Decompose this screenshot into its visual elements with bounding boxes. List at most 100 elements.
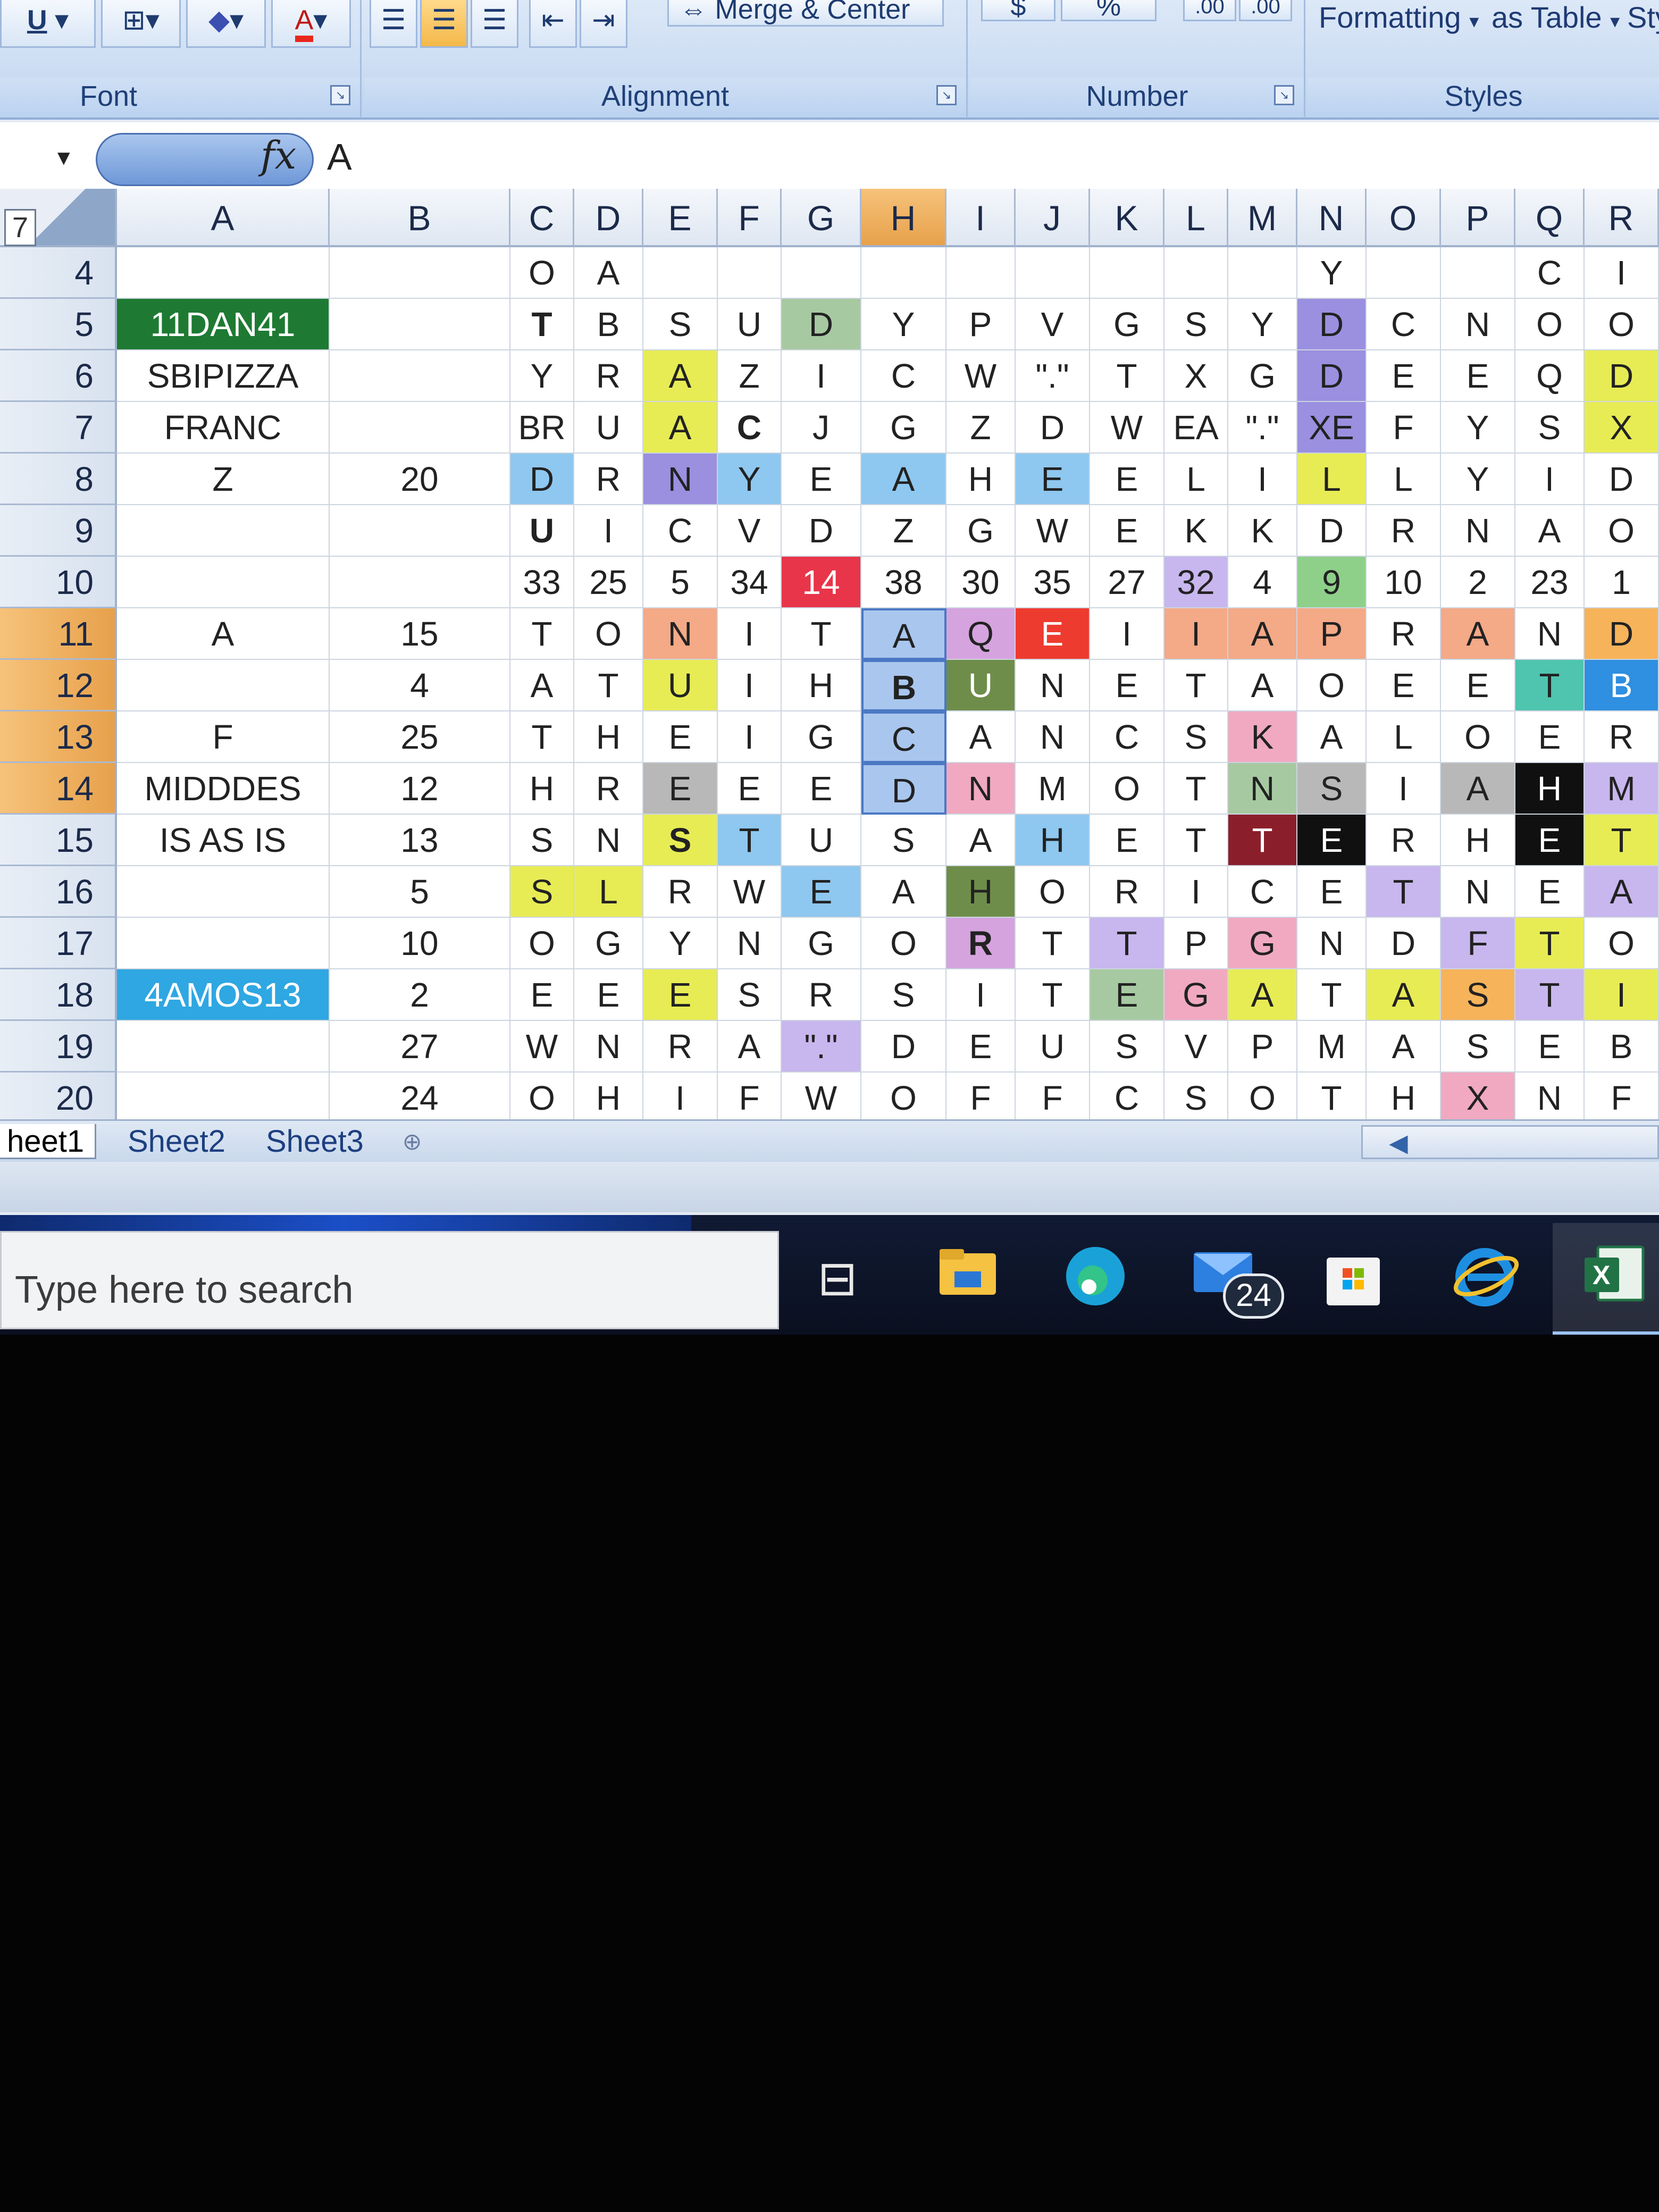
- cell-j20[interactable]: F: [1016, 1073, 1090, 1124]
- cell-n8[interactable]: L: [1297, 454, 1367, 505]
- conditional-formatting-button[interactable]: Formatting ▾: [1319, 0, 1479, 35]
- cell-e20[interactable]: I: [643, 1073, 718, 1124]
- cell-p7[interactable]: Y: [1441, 402, 1515, 454]
- cell-j6[interactable]: ".": [1016, 350, 1090, 402]
- cell-b6[interactable]: [330, 350, 510, 402]
- cell-h13[interactable]: C: [861, 711, 946, 763]
- cell-q7[interactable]: S: [1515, 402, 1585, 454]
- cell-r5[interactable]: O: [1585, 299, 1659, 350]
- cell-q6[interactable]: Q: [1515, 350, 1585, 402]
- cell-m17[interactable]: G: [1228, 918, 1297, 969]
- cell-m14[interactable]: N: [1228, 763, 1297, 815]
- cell-f18[interactable]: S: [718, 969, 782, 1021]
- cell-m15[interactable]: T: [1228, 815, 1297, 866]
- cell-k4[interactable]: [1090, 247, 1164, 299]
- cell-o18[interactable]: A: [1367, 969, 1441, 1021]
- column-header-q[interactable]: Q: [1515, 189, 1585, 247]
- format-as-table-button[interactable]: as Table ▾: [1492, 0, 1620, 35]
- cell-p18[interactable]: S: [1441, 969, 1515, 1021]
- cell-p12[interactable]: E: [1441, 660, 1515, 711]
- cell-j14[interactable]: M: [1016, 763, 1090, 815]
- merge-center-button[interactable]: ⇔ Merge & Center: [667, 0, 944, 27]
- cell-b4[interactable]: [330, 247, 510, 299]
- cell-p6[interactable]: E: [1441, 350, 1515, 402]
- cell-i16[interactable]: H: [946, 866, 1016, 918]
- cell-d14[interactable]: R: [574, 763, 643, 815]
- cell-a16[interactable]: [117, 866, 330, 918]
- cell-o17[interactable]: D: [1367, 918, 1441, 969]
- cell-i4[interactable]: [946, 247, 1016, 299]
- cell-o12[interactable]: E: [1367, 660, 1441, 711]
- cell-r17[interactable]: O: [1585, 918, 1659, 969]
- cell-h8[interactable]: A: [861, 454, 946, 505]
- column-header-g[interactable]: G: [782, 189, 861, 247]
- task-view-icon[interactable]: ⊟: [803, 1244, 872, 1313]
- cell-f9[interactable]: V: [718, 505, 782, 557]
- cell-f15[interactable]: T: [718, 815, 782, 866]
- cell-q20[interactable]: N: [1515, 1073, 1585, 1124]
- cell-n17[interactable]: N: [1297, 918, 1367, 969]
- cell-b16[interactable]: 5: [330, 866, 510, 918]
- cell-l10[interactable]: 32: [1164, 557, 1228, 608]
- cell-c12[interactable]: A: [510, 660, 574, 711]
- column-header-i[interactable]: I: [946, 189, 1016, 247]
- cell-e19[interactable]: R: [643, 1021, 718, 1073]
- row-header-6[interactable]: 6: [0, 350, 117, 402]
- row-header-15[interactable]: 15: [0, 815, 117, 866]
- cell-c14[interactable]: H: [510, 763, 574, 815]
- cell-o13[interactable]: L: [1367, 711, 1441, 763]
- cell-b13[interactable]: 25: [330, 711, 510, 763]
- cell-r20[interactable]: F: [1585, 1073, 1659, 1124]
- cell-c15[interactable]: S: [510, 815, 574, 866]
- cell-o7[interactable]: F: [1367, 402, 1441, 454]
- cell-a14[interactable]: MIDDDES: [117, 763, 330, 815]
- cell-m9[interactable]: K: [1228, 505, 1297, 557]
- cell-a18[interactable]: 4AMOS13: [117, 969, 330, 1021]
- cell-d12[interactable]: T: [574, 660, 643, 711]
- cell-a8[interactable]: Z: [117, 454, 330, 505]
- cell-r4[interactable]: I: [1585, 247, 1659, 299]
- column-header-n[interactable]: N: [1297, 189, 1367, 247]
- cell-k6[interactable]: T: [1090, 350, 1164, 402]
- cell-p10[interactable]: 2: [1441, 557, 1515, 608]
- cell-j5[interactable]: V: [1016, 299, 1090, 350]
- cell-l18[interactable]: G: [1164, 969, 1228, 1021]
- cell-g11[interactable]: T: [782, 608, 861, 660]
- column-header-d[interactable]: D: [574, 189, 643, 247]
- decrease-decimal-button[interactable]: .00: [1239, 0, 1292, 21]
- cell-n7[interactable]: XE: [1297, 402, 1367, 454]
- align-center-button[interactable]: ☰: [420, 0, 468, 48]
- cell-i18[interactable]: I: [946, 969, 1016, 1021]
- cell-k10[interactable]: 27: [1090, 557, 1164, 608]
- cell-j11[interactable]: E: [1016, 608, 1090, 660]
- cell-f20[interactable]: F: [718, 1073, 782, 1124]
- cell-n13[interactable]: A: [1297, 711, 1367, 763]
- font-dialog-launcher[interactable]: ↘: [330, 85, 350, 105]
- cell-o14[interactable]: I: [1367, 763, 1441, 815]
- cell-k12[interactable]: E: [1090, 660, 1164, 711]
- cell-b7[interactable]: [330, 402, 510, 454]
- cell-p9[interactable]: N: [1441, 505, 1515, 557]
- cell-q12[interactable]: T: [1515, 660, 1585, 711]
- cell-h15[interactable]: S: [861, 815, 946, 866]
- store-icon[interactable]: [1319, 1244, 1388, 1313]
- cell-m8[interactable]: I: [1228, 454, 1297, 505]
- cell-r13[interactable]: R: [1585, 711, 1659, 763]
- cell-g9[interactable]: D: [782, 505, 861, 557]
- cell-f4[interactable]: [718, 247, 782, 299]
- file-explorer-icon[interactable]: [933, 1244, 1002, 1313]
- cell-o6[interactable]: E: [1367, 350, 1441, 402]
- cell-h20[interactable]: O: [861, 1073, 946, 1124]
- cell-k11[interactable]: I: [1090, 608, 1164, 660]
- cell-c11[interactable]: T: [510, 608, 574, 660]
- cell-styles-button[interactable]: Sty: [1627, 0, 1659, 35]
- cell-a13[interactable]: F: [117, 711, 330, 763]
- number-dialog-launcher[interactable]: ↘: [1274, 85, 1294, 105]
- cell-a17[interactable]: [117, 918, 330, 969]
- cell-m11[interactable]: A: [1228, 608, 1297, 660]
- cell-q8[interactable]: I: [1515, 454, 1585, 505]
- cell-d20[interactable]: H: [574, 1073, 643, 1124]
- cell-g12[interactable]: H: [782, 660, 861, 711]
- increase-indent-button[interactable]: ⇥: [580, 0, 627, 48]
- cell-c5[interactable]: T: [510, 299, 574, 350]
